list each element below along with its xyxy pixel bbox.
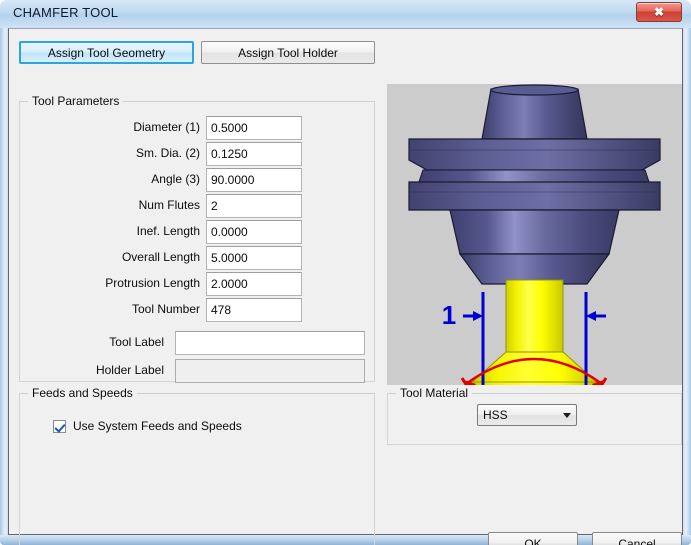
window-frame-right (683, 0, 691, 545)
label-num-flutes: Num Flutes (138, 198, 200, 212)
input-tool-number[interactable]: 478 (206, 298, 302, 322)
group-tool-parameters-title: Tool Parameters (28, 94, 124, 108)
dialog-client-area: Assign Tool Geometry Assign Tool Holder … (8, 28, 683, 545)
label-inef-length: Inef. Length (136, 224, 200, 238)
label-overall-length: Overall Length (121, 250, 200, 264)
close-button[interactable]: ✖ (636, 2, 682, 22)
window-title: CHAMFER TOOL (13, 5, 119, 20)
input-angle[interactable]: 90.0000 (206, 168, 302, 192)
field-row-overall-length: Overall Length 5.0000 (20, 246, 364, 271)
callout-1-label: 1 (442, 300, 456, 330)
cancel-button-label: Cancel (618, 536, 656, 545)
field-row-small-diameter: Sm. Dia. (2) 0.1250 (20, 142, 364, 167)
input-diameter[interactable]: 0.5000 (206, 116, 302, 140)
title-bar[interactable]: CHAMFER TOOL ✖ (0, 0, 691, 28)
field-row-holder-label: Holder Label (20, 359, 365, 384)
input-protrusion-length[interactable]: 2.0000 (206, 272, 302, 296)
input-inef-length[interactable]: 0.0000 (206, 220, 302, 244)
checkbox-use-system-feeds-and-speeds-label: Use System Feeds and Speeds (73, 419, 242, 433)
label-tool-label: Tool Label (109, 335, 164, 349)
window-frame-left (0, 0, 8, 545)
field-row-num-flutes: Num Flutes 2 (20, 194, 364, 219)
select-tool-material-value: HSS (483, 408, 508, 422)
input-small-diameter[interactable]: 0.1250 (206, 142, 302, 166)
tab-assign-tool-holder-label: Assign Tool Holder (238, 45, 338, 60)
field-row-protrusion-length: Protrusion Length 2.0000 (20, 272, 364, 297)
checkmark-icon (53, 419, 66, 433)
ok-button[interactable]: OK (488, 532, 578, 545)
label-angle: Angle (3) (151, 172, 200, 186)
field-row-diameter: Diameter (1) 0.5000 (20, 116, 364, 141)
dialog-window: CHAMFER TOOL ✖ Assign Tool Geometry Assi… (0, 0, 691, 545)
group-tool-parameters: Tool Parameters Diameter (1) 0.5000 Sm. … (19, 94, 375, 384)
tool-preview-panel: 1 2 3 (387, 84, 682, 385)
tab-assign-tool-geometry-label: Assign Tool Geometry (47, 45, 166, 60)
input-tool-label[interactable] (175, 331, 365, 355)
checkbox-use-system-feeds-and-speeds[interactable]: Use System Feeds and Speeds (53, 419, 242, 433)
label-tool-number: Tool Number (131, 302, 200, 316)
label-diameter: Diameter (1) (133, 120, 200, 134)
field-row-angle: Angle (3) 90.0000 (20, 168, 364, 193)
field-row-tool-number: Tool Number 478 (20, 298, 364, 323)
tool-geometry-diagram: 1 2 3 (408, 84, 661, 385)
cancel-button[interactable]: Cancel (592, 532, 682, 545)
close-icon: ✖ (653, 5, 665, 19)
ok-button-label: OK (524, 536, 542, 545)
tab-assign-tool-holder[interactable]: Assign Tool Holder (201, 41, 375, 64)
chevron-down-icon (558, 413, 576, 418)
field-row-tool-label: Tool Label (20, 331, 365, 356)
field-row-inef-length: Inef. Length 0.0000 (20, 220, 364, 245)
input-holder-label (175, 359, 365, 383)
group-tool-material-title: Tool Material (396, 386, 473, 400)
label-holder-label: Holder Label (95, 363, 164, 377)
group-feeds-and-speeds: Feeds and Speeds (19, 386, 375, 545)
label-protrusion-length: Protrusion Length (105, 276, 200, 290)
group-feeds-and-speeds-title: Feeds and Speeds (28, 386, 137, 400)
label-small-diameter: Sm. Dia. (2) (135, 146, 200, 160)
select-tool-material[interactable]: HSS (477, 404, 577, 426)
input-overall-length[interactable]: 5.0000 (206, 246, 302, 270)
input-num-flutes[interactable]: 2 (206, 194, 302, 218)
tab-assign-tool-geometry[interactable]: Assign Tool Geometry (19, 41, 194, 64)
